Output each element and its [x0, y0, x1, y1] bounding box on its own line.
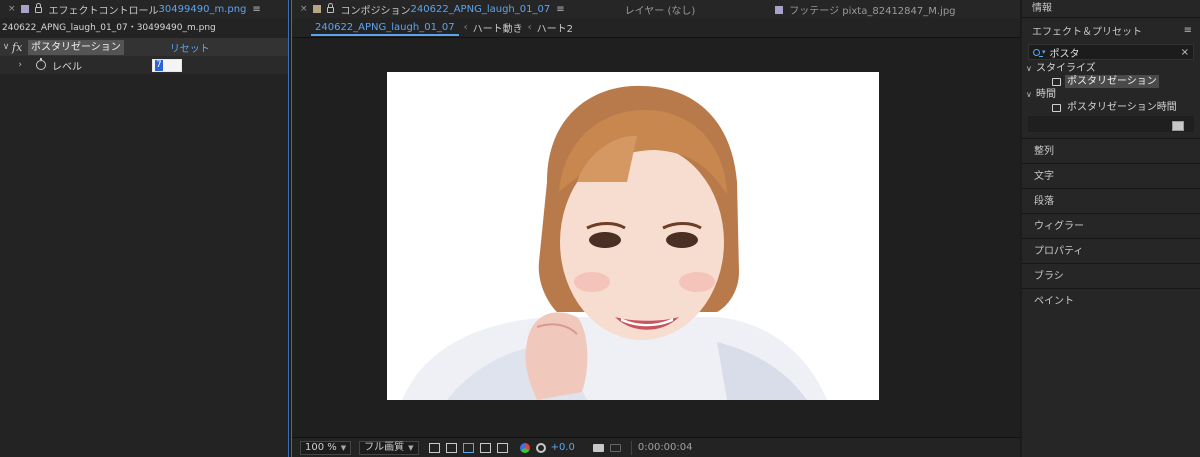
fast-previews-icon[interactable]: [428, 442, 440, 453]
search-input[interactable]: ポスタ: [1050, 45, 1080, 60]
item-label: ポスタリゼーション時間: [1067, 102, 1177, 113]
zoom-value: 100 %: [305, 441, 337, 453]
zoom-dropdown[interactable]: 100 % ▼: [300, 440, 352, 455]
close-icon[interactable]: ×: [8, 4, 16, 14]
composition-tabbar: × コンポジション 240622_APNG_laugh_01_07 ≡ レイヤー…: [292, 0, 1020, 18]
chevron-right-icon[interactable]: ›: [0, 60, 22, 70]
fx-toggle-icon[interactable]: fx: [12, 41, 28, 54]
chevron-down-icon: ▼: [340, 443, 347, 452]
composition-tab[interactable]: × コンポジション 240622_APNG_laugh_01_07 ≡: [292, 0, 571, 18]
posterized-portrait-image: [387, 72, 879, 400]
tree-category-stylize[interactable]: ∨ スタイライズ: [1022, 62, 1200, 75]
effect-controls-tab[interactable]: × エフェクトコントロール 30499490_m.png ≡: [0, 0, 267, 18]
effect-name[interactable]: ポスタリゼーション: [28, 39, 124, 55]
show-snapshot-icon[interactable]: [609, 443, 621, 452]
level-value-field[interactable]: 7: [152, 58, 182, 72]
chevron-left-icon: ‹: [527, 22, 532, 33]
effect-icon: [1052, 77, 1061, 86]
clear-search-icon[interactable]: ×: [1181, 47, 1189, 58]
label-color-icon: [20, 5, 29, 13]
tab-file-name: 30499490_m.png: [158, 3, 247, 15]
transparency-grid-icon[interactable]: [445, 442, 457, 453]
comp-nav-tab[interactable]: ハート動き: [473, 20, 523, 35]
reset-link[interactable]: リセット: [170, 40, 210, 55]
viewer-toolbar: 100 % ▼ フル画質 ▼ +0.0 0:00:00:04: [292, 437, 1020, 457]
effect-controls-tabbar: × エフェクトコントロール 30499490_m.png ≡: [0, 0, 288, 18]
search-icon[interactable]: [1033, 48, 1043, 57]
label-color-icon: [775, 5, 784, 14]
label-color-icon: [312, 5, 321, 13]
chevron-down-icon[interactable]: ∨: [1026, 62, 1036, 75]
info-panel-title[interactable]: 情報: [1022, 0, 1200, 18]
effects-tree: ∨ スタイライズ ポスタリゼーション ∨ 時間 ポスタリゼーション時間: [1022, 62, 1200, 114]
effect-controls-panel: × エフェクトコントロール 30499490_m.png ≡ 240622_AP…: [0, 0, 289, 457]
effects-presets-title[interactable]: エフェクト＆プリセット: [1032, 23, 1142, 38]
item-label: ポスタリゼーション: [1065, 75, 1159, 88]
tab-title: エフェクトコントロール: [48, 5, 159, 17]
comp-nav-tab-active[interactable]: 240622_APNG_laugh_01_07: [311, 20, 459, 36]
resolution-dropdown[interactable]: フル画質 ▼: [359, 440, 419, 455]
effect-icon: [1052, 103, 1061, 112]
breadcrumb: 240622_APNG_laugh_01_07・30499490_m.png: [2, 23, 216, 33]
exposure-value[interactable]: +0.0: [551, 442, 575, 453]
tree-category-time[interactable]: ∨ 時間: [1022, 88, 1200, 101]
panel-paint[interactable]: ペイント: [1022, 288, 1200, 313]
panel-brushes[interactable]: ブラシ: [1022, 263, 1200, 288]
chevron-down-icon[interactable]: ∨: [1026, 88, 1036, 101]
panel-menu-icon[interactable]: ≡: [556, 4, 564, 15]
collapsed-panels: 整列 文字 段落 ウィグラー プロパティ ブラシ ペイント: [1022, 138, 1200, 313]
lock-icon[interactable]: [326, 3, 334, 13]
region-of-interest-icon[interactable]: [479, 442, 491, 453]
effect-row[interactable]: ∨ fx ポスタリゼーション リセット: [0, 38, 288, 56]
effects-search-field[interactable]: ▾ ポスタ ×: [1028, 44, 1194, 60]
right-panels: 情報 エフェクト＆プリセット ≡ ▾ ポスタ × ∨ スタイライズ ポスタリゼー…: [1022, 0, 1200, 457]
chevron-down-icon: ▼: [408, 443, 414, 452]
lock-icon[interactable]: [34, 3, 42, 13]
channel-color-icon[interactable]: [519, 442, 530, 453]
tab-footage[interactable]: フッテージ pixta_82412847_M.jpg: [775, 2, 956, 17]
composition-canvas[interactable]: [387, 72, 879, 400]
composition-viewer[interactable]: [292, 38, 1020, 437]
current-time-display[interactable]: 0:00:00:04: [630, 440, 699, 455]
property-row: › レベル 7: [0, 56, 288, 74]
tab-layer[interactable]: レイヤー (なし): [625, 2, 696, 17]
grid-guides-icon[interactable]: [496, 442, 508, 453]
chevron-down-icon[interactable]: ∨: [0, 42, 12, 52]
tree-item-posterize[interactable]: ポスタリゼーション: [1022, 75, 1200, 88]
new-bin-icon[interactable]: [1172, 121, 1184, 131]
panel-align[interactable]: 整列: [1022, 138, 1200, 163]
panel-properties[interactable]: プロパティ: [1022, 238, 1200, 263]
effects-footer: [1028, 116, 1194, 132]
chevron-left-icon: ‹: [463, 22, 468, 33]
comp-tab-label: コンポジション: [340, 5, 411, 17]
resolution-value: フル画質: [364, 441, 405, 453]
level-value-text[interactable]: 7: [155, 59, 163, 71]
panel-menu-icon[interactable]: ≡: [252, 4, 260, 15]
mask-visibility-icon[interactable]: [462, 442, 474, 453]
comp-breadcrumb-bar: 240622_APNG_laugh_01_07 ‹ ハート動き ‹ ハート2: [292, 18, 1020, 38]
effects-presets-header: エフェクト＆プリセット ≡: [1022, 18, 1200, 42]
panel-wiggler[interactable]: ウィグラー: [1022, 213, 1200, 238]
close-icon[interactable]: ×: [300, 4, 308, 14]
category-label: 時間: [1036, 89, 1056, 100]
composition-panel: × コンポジション 240622_APNG_laugh_01_07 ≡ レイヤー…: [291, 0, 1020, 457]
tree-item-posterize-time[interactable]: ポスタリゼーション時間: [1022, 101, 1200, 114]
comp-tab-name: 240622_APNG_laugh_01_07: [410, 3, 551, 15]
panel-paragraph[interactable]: 段落: [1022, 188, 1200, 213]
footage-tab-label: フッテージ pixta_82412847_M.jpg: [789, 5, 956, 17]
panel-menu-icon[interactable]: ≡: [1184, 25, 1192, 36]
snapshot-camera-icon[interactable]: [592, 443, 604, 452]
comp-nav-tab[interactable]: ハート2: [537, 20, 573, 35]
stopwatch-icon[interactable]: [36, 58, 46, 70]
category-label: スタイライズ: [1036, 63, 1096, 74]
panel-character[interactable]: 文字: [1022, 163, 1200, 188]
reset-exposure-icon[interactable]: [535, 442, 546, 453]
property-name: レベル: [52, 61, 82, 73]
